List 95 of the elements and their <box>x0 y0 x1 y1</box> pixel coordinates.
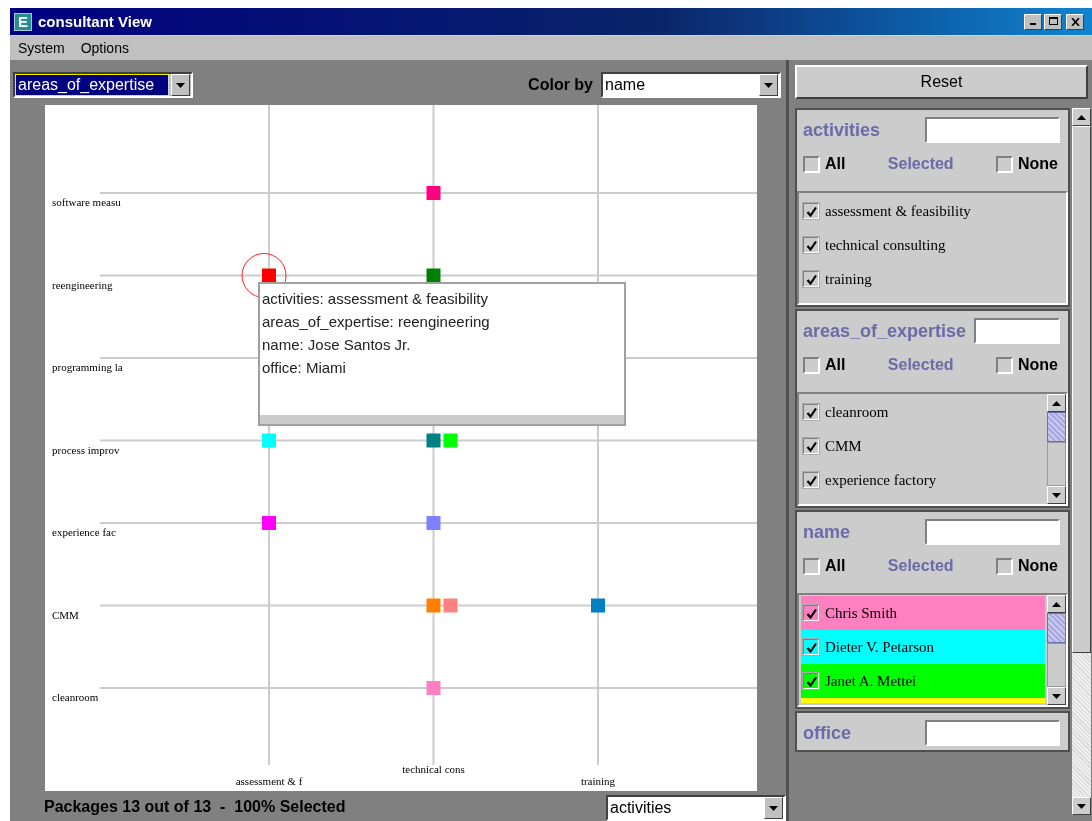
reset-button[interactable]: Reset <box>795 65 1088 99</box>
item-checkbox[interactable] <box>803 404 819 420</box>
y-axis-dropdown[interactable]: areas_of_expertise <box>13 72 193 98</box>
up-arrow-icon <box>1052 400 1061 406</box>
tooltip-line: areas_of_expertise: reengineering <box>262 312 491 332</box>
list-item[interactable]: experience factory <box>801 463 1045 497</box>
menu-item[interactable]: System <box>18 40 65 56</box>
check-icon <box>805 474 817 486</box>
filter-search-field[interactable] <box>925 519 1060 545</box>
filter-search-field[interactable] <box>974 318 1060 344</box>
x-axis-label: training <box>580 775 616 787</box>
status-text: Packages 13 out of 13 - 100% Selected <box>44 798 346 816</box>
check-icon <box>805 607 817 619</box>
maximize-button[interactable] <box>1044 13 1062 30</box>
up-arrow-icon <box>1077 114 1086 120</box>
y-axis-label: experience fac <box>52 526 116 538</box>
list-item[interactable]: technical consulting <box>801 228 1064 262</box>
y-axis-label: CMM <box>52 608 79 621</box>
scrollbar[interactable] <box>1072 108 1091 815</box>
close-icon <box>1070 17 1080 26</box>
filter-title: office <box>803 722 851 744</box>
none-checkbox[interactable] <box>996 557 1013 575</box>
tooltip-line: activities: assessment & feasibility <box>262 289 489 309</box>
tooltip-scrollbar[interactable] <box>260 415 624 424</box>
y-axis-label: programming la <box>52 361 123 373</box>
caret-icon <box>769 805 778 811</box>
selected-label: Selected <box>887 557 954 575</box>
none-label: None <box>1018 155 1058 173</box>
data-point[interactable] <box>426 268 441 283</box>
list-item[interactable]: assessment & feasibility <box>801 194 1064 228</box>
caret-icon <box>764 82 773 88</box>
check-icon <box>805 641 817 653</box>
data-point[interactable] <box>426 433 441 448</box>
all-label: All <box>825 356 846 374</box>
scrollbar[interactable] <box>1047 394 1066 504</box>
tooltip-line: office: Miami <box>262 358 347 378</box>
list-item[interactable]: cleanroom <box>801 395 1045 429</box>
none-label: None <box>1018 356 1058 374</box>
all-checkbox[interactable] <box>803 557 820 575</box>
x-axis-label: assessment & f <box>235 775 303 787</box>
maximize-icon <box>1048 17 1058 26</box>
check-icon <box>805 675 817 687</box>
item-checkbox[interactable] <box>803 673 819 689</box>
check-icon <box>805 406 817 418</box>
all-checkbox[interactable] <box>803 356 820 374</box>
color-by-label: Color by <box>528 76 593 94</box>
item-checkbox[interactable] <box>803 438 819 454</box>
y-axis-label: cleanroom <box>52 691 99 703</box>
x-axis-label: technical cons <box>402 763 465 775</box>
minimize-button[interactable] <box>1024 13 1042 30</box>
list-item[interactable]: Dieter V. Petarson <box>801 630 1045 664</box>
app-icon: E <box>14 12 32 31</box>
check-icon <box>805 273 817 285</box>
check-icon <box>805 239 817 251</box>
y-axis-label: process improv <box>52 443 120 456</box>
all-checkbox[interactable] <box>803 155 820 173</box>
caret-icon <box>176 82 185 88</box>
list-item[interactable]: training <box>801 262 1064 296</box>
filter-title: activities <box>803 119 881 141</box>
item-checkbox[interactable] <box>803 639 819 655</box>
selected-label: Selected <box>887 155 954 173</box>
up-arrow-icon <box>1052 601 1061 607</box>
item-checkbox[interactable] <box>803 605 819 621</box>
color-by-dropdown[interactable]: name <box>601 72 781 98</box>
tooltip-line: name: Jose Santos Jr. <box>262 335 412 355</box>
list-item[interactable]: CMM <box>801 429 1045 463</box>
check-icon <box>805 440 817 452</box>
item-checkbox[interactable] <box>803 237 819 253</box>
filter-search-field[interactable] <box>925 117 1060 143</box>
item-checkbox[interactable] <box>803 203 819 219</box>
list-item[interactable]: Chris Smith <box>801 596 1045 630</box>
all-label: All <box>825 155 846 173</box>
none-checkbox[interactable] <box>996 155 1013 173</box>
x-axis-dropdown[interactable]: activities <box>606 795 786 821</box>
down-arrow-icon <box>1052 693 1061 699</box>
y-axis-label: software measu <box>52 196 121 208</box>
y-axis-label: reengineering <box>52 278 113 291</box>
none-label: None <box>1018 557 1058 575</box>
selected-label: Selected <box>887 356 954 374</box>
down-arrow-icon <box>1077 803 1086 809</box>
filter-search-field[interactable] <box>925 720 1060 746</box>
item-checkbox[interactable] <box>803 271 819 287</box>
list-item[interactable]: Janet A. Mettei <box>801 664 1045 698</box>
menu-item[interactable]: Options <box>80 40 129 56</box>
item-checkbox[interactable] <box>803 472 819 488</box>
all-label: All <box>825 557 846 575</box>
window-title: consultant View <box>38 13 153 30</box>
check-icon <box>805 205 817 217</box>
data-point[interactable] <box>591 598 605 613</box>
down-arrow-icon <box>1052 492 1061 498</box>
scrollbar[interactable] <box>1047 595 1066 705</box>
filter-title: name <box>803 521 851 543</box>
filter-title: areas_of_expertise <box>803 320 967 342</box>
close-button[interactable] <box>1066 13 1084 30</box>
none-checkbox[interactable] <box>996 356 1013 374</box>
